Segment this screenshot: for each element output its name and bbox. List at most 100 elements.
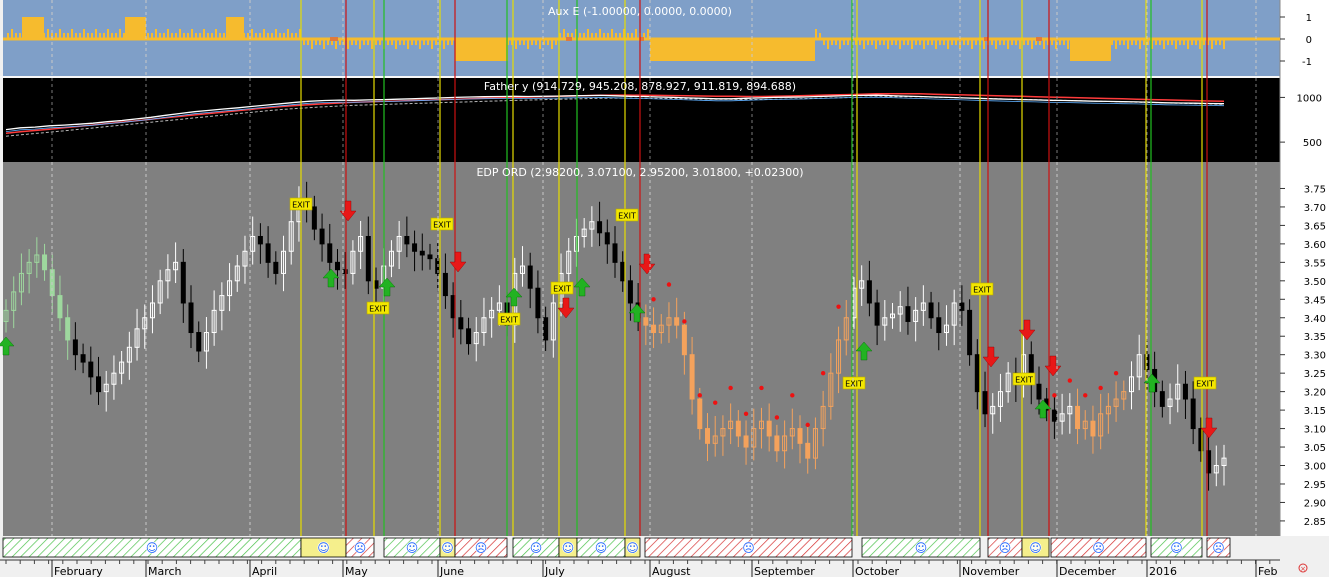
candle-body [643, 317, 649, 326]
price-y-tick-label: 3.75 [1304, 184, 1326, 195]
time-axis-month-label: May [345, 565, 368, 577]
time-axis-month-label: November [962, 565, 1020, 577]
candle-body [705, 428, 711, 444]
regime-face-icon: ☺ [915, 541, 928, 555]
exit-label: EXIT [618, 212, 636, 221]
regime-face-icon: ☺ [595, 541, 608, 555]
regime-face-icon: ☹ [742, 541, 755, 555]
candle-body [327, 243, 333, 263]
candle-body [597, 221, 603, 234]
candle-body [905, 306, 911, 322]
price-y-tick-label: 2.85 [1304, 517, 1326, 528]
candle-body [65, 317, 71, 341]
candle-body [689, 354, 695, 400]
price-y-tick-label: 3.65 [1304, 221, 1326, 232]
exit-label: EXIT [845, 380, 863, 389]
regime-face-icon: ☺ [406, 541, 419, 555]
candle-body [180, 261, 186, 304]
candle-body [928, 302, 934, 319]
regime-face-icon: ☺ [1170, 541, 1183, 555]
signal-dot [790, 393, 795, 398]
signal-dot [713, 400, 718, 405]
close-icon-glyph: × [1300, 565, 1306, 573]
price-y-tick-label: 3.25 [1304, 369, 1326, 380]
candle-body [1036, 383, 1042, 400]
signal-dot [820, 370, 826, 376]
price-y-tick-label: 3.15 [1304, 406, 1326, 417]
price-y-tick-label: 3.35 [1304, 332, 1326, 343]
candle-body [681, 324, 687, 356]
signal-dot [728, 385, 733, 391]
candle-body [797, 428, 803, 444]
time-axis-month-label: October [855, 565, 899, 577]
candle-body [543, 317, 549, 341]
candle-body [620, 261, 626, 282]
regime-face-icon: ☺ [317, 541, 330, 555]
price-y-tick-label: 2.90 [1304, 498, 1326, 509]
chart-svg: 1 0 -1 1000 500 3.75 3.70 3.65 3.60 3.55 3.50 3.4… [0, 0, 1329, 577]
exit-label: EXIT [500, 316, 518, 325]
candle-body [57, 295, 63, 319]
candle-body [458, 317, 464, 330]
candle-body [535, 287, 541, 319]
aux-y-tick-label: 0 [1306, 35, 1312, 46]
signal-dot [666, 282, 672, 287]
price-y-tick-label: 3.50 [1304, 277, 1326, 288]
candle-body [527, 265, 533, 289]
price-y-tick-label: 2.95 [1304, 480, 1326, 491]
candle-body [257, 235, 263, 245]
main-panel-background [3, 162, 1280, 536]
candle-body [365, 235, 371, 282]
exit-label: EXIT [1196, 380, 1214, 389]
time-axis-month-label: December [1059, 565, 1117, 577]
candle-body [1090, 420, 1096, 437]
candle-body [967, 309, 973, 356]
main-panel-title: EDP ORD (2.98200, 3.07100, 2.95200, 3.01… [476, 166, 803, 179]
price-y-tick-label: 3.30 [1304, 351, 1326, 362]
exit-label: EXIT [433, 221, 451, 230]
exit-label: EXIT [369, 305, 387, 314]
exit-label: EXIT [292, 201, 310, 210]
time-axis-month-label: February [54, 565, 103, 577]
regime-face-icon: ☺ [146, 541, 159, 555]
candle-body [196, 332, 202, 352]
aux-y-tick-label: 1 [1306, 13, 1312, 24]
candle-body [612, 243, 618, 263]
candle-body [936, 317, 942, 334]
candle-body [96, 376, 102, 393]
regime-face-icon: ☺ [1029, 541, 1042, 555]
candle-body [412, 243, 418, 252]
time-axis-month-label: March [148, 565, 182, 577]
candle-body [334, 261, 340, 271]
regime-face-icon: ☹ [1092, 541, 1105, 555]
father-y-tick-label: 500 [1303, 138, 1322, 149]
price-y-tick-label: 3.70 [1304, 203, 1326, 214]
aux-state-block [22, 17, 44, 39]
aux-panel-title: Aux E (-1.00000, 0.0000, 0.0000) [548, 5, 732, 18]
price-y-tick-label: 3.10 [1304, 425, 1326, 436]
signal-dot [1098, 385, 1103, 391]
candle-body [766, 420, 772, 437]
time-axis-month-label: 2016 [1149, 565, 1177, 577]
candle-body [674, 317, 680, 326]
candle-body [604, 232, 610, 245]
trading-chart: 1 0 -1 1000 500 3.75 3.70 3.65 3.60 3.55 3.50 3.4… [0, 0, 1329, 577]
candle-body [735, 420, 741, 437]
candle-body [982, 391, 988, 415]
aux-y-tick-label: -1 [1302, 57, 1312, 68]
aux-state-block [125, 17, 146, 39]
candle-body [88, 361, 94, 378]
regime-face-icon: ☺ [562, 541, 575, 555]
price-y-tick-label: 3.55 [1304, 258, 1326, 269]
time-axis-month-label: Feb [1258, 565, 1277, 577]
candle-body [866, 280, 872, 304]
price-y-tick-label: 3.20 [1304, 388, 1326, 399]
time-axis-month-label: July [544, 565, 565, 577]
time-axis-month-label: August [652, 565, 691, 577]
candle-body [1075, 405, 1081, 430]
candle-body [442, 272, 448, 297]
time-axis-month-label: September [754, 565, 815, 577]
aux-state-block [455, 39, 508, 61]
price-y-tick-label: 3.00 [1304, 462, 1326, 473]
signal-dot [1083, 393, 1088, 398]
